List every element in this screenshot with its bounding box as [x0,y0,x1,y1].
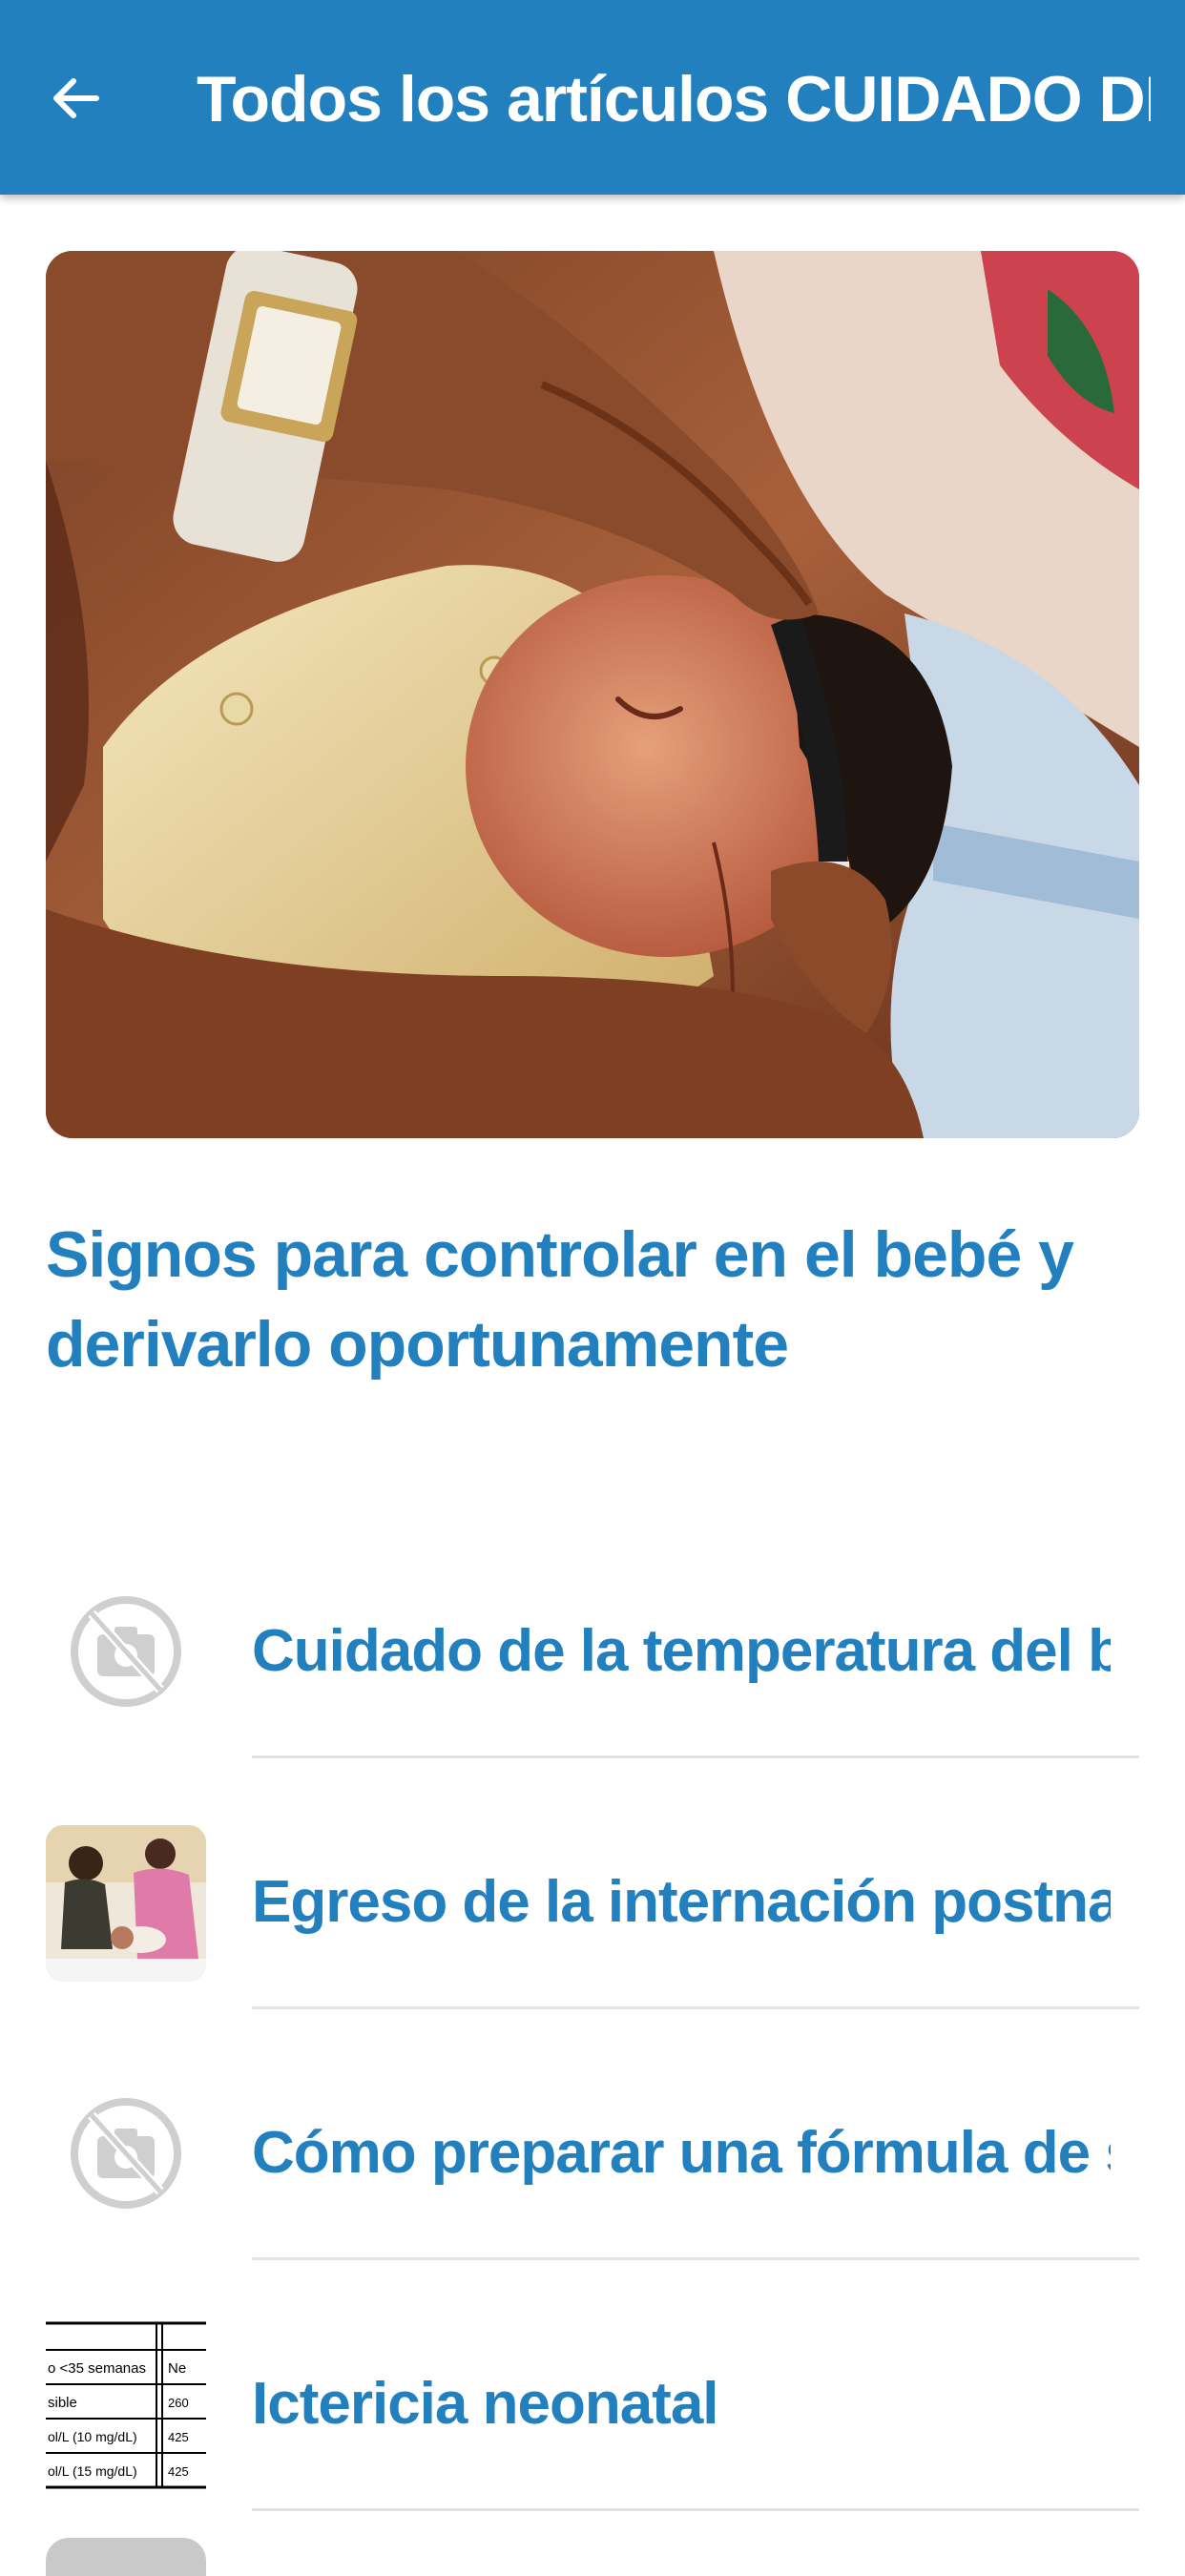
article-thumbnail [46,1825,206,1982]
featured-article-title[interactable]: Signos para controlar en el bebé y deriv… [46,1210,1143,1389]
table-cell: ol/L (15 mg/dL) [48,2463,137,2479]
table-cell: 425 [168,2464,189,2479]
table-cell: sible [48,2395,77,2411]
article-title: Cómo preparar una fórmula de suc… [252,2120,1111,2186]
article-title: Egreso de la internación postnatal y… [252,1869,1111,1935]
app-bar: Todos los artículos CUIDADO DEL … [0,0,1185,195]
no-image-icon [71,1596,181,1707]
arrow-back-icon [53,78,99,118]
divider [252,2006,1139,2009]
article-thumbnail [46,2078,206,2229]
list-item[interactable]: Cuidado de la temperatura del bebé… [0,1527,1185,1777]
article-title: Cuidado de la temperatura del bebé… [252,1618,1111,1684]
article-thumbnail: o <35 semanas Ne sible 260 ol/L (10 mg/d… [46,2317,206,2493]
table-image: o <35 semanas Ne sible 260 ol/L (10 mg/d… [46,2317,206,2493]
article-thumbnail [46,1576,206,1727]
no-image-icon [71,2098,181,2209]
back-button[interactable] [32,55,118,141]
list-item[interactable]: o <35 semanas Ne sible 260 ol/L (10 mg/d… [0,2279,1185,2530]
table-cell: ol/L (10 mg/dL) [48,2429,137,2444]
featured-article-image[interactable] [46,251,1139,1138]
page-title: Todos los artículos CUIDADO DEL … [197,63,1151,135]
list-item[interactable] [0,2530,1185,2576]
list-item[interactable]: Cómo preparar una fórmula de suc… [0,2028,1185,2279]
article-title: Ictericia neonatal [252,2371,719,2437]
article-thumbnail [46,2538,206,2576]
divider [252,2257,1139,2260]
table-cell: 425 [168,2430,189,2444]
divider [252,2508,1139,2511]
article-photo [46,1825,206,1982]
table-cell: Ne [168,2360,186,2377]
list-item[interactable]: Egreso de la internación postnatal y… [0,1777,1185,2028]
divider [252,1755,1139,1758]
table-cell: 260 [168,2396,189,2410]
table-cell: o <35 semanas [48,2360,146,2377]
